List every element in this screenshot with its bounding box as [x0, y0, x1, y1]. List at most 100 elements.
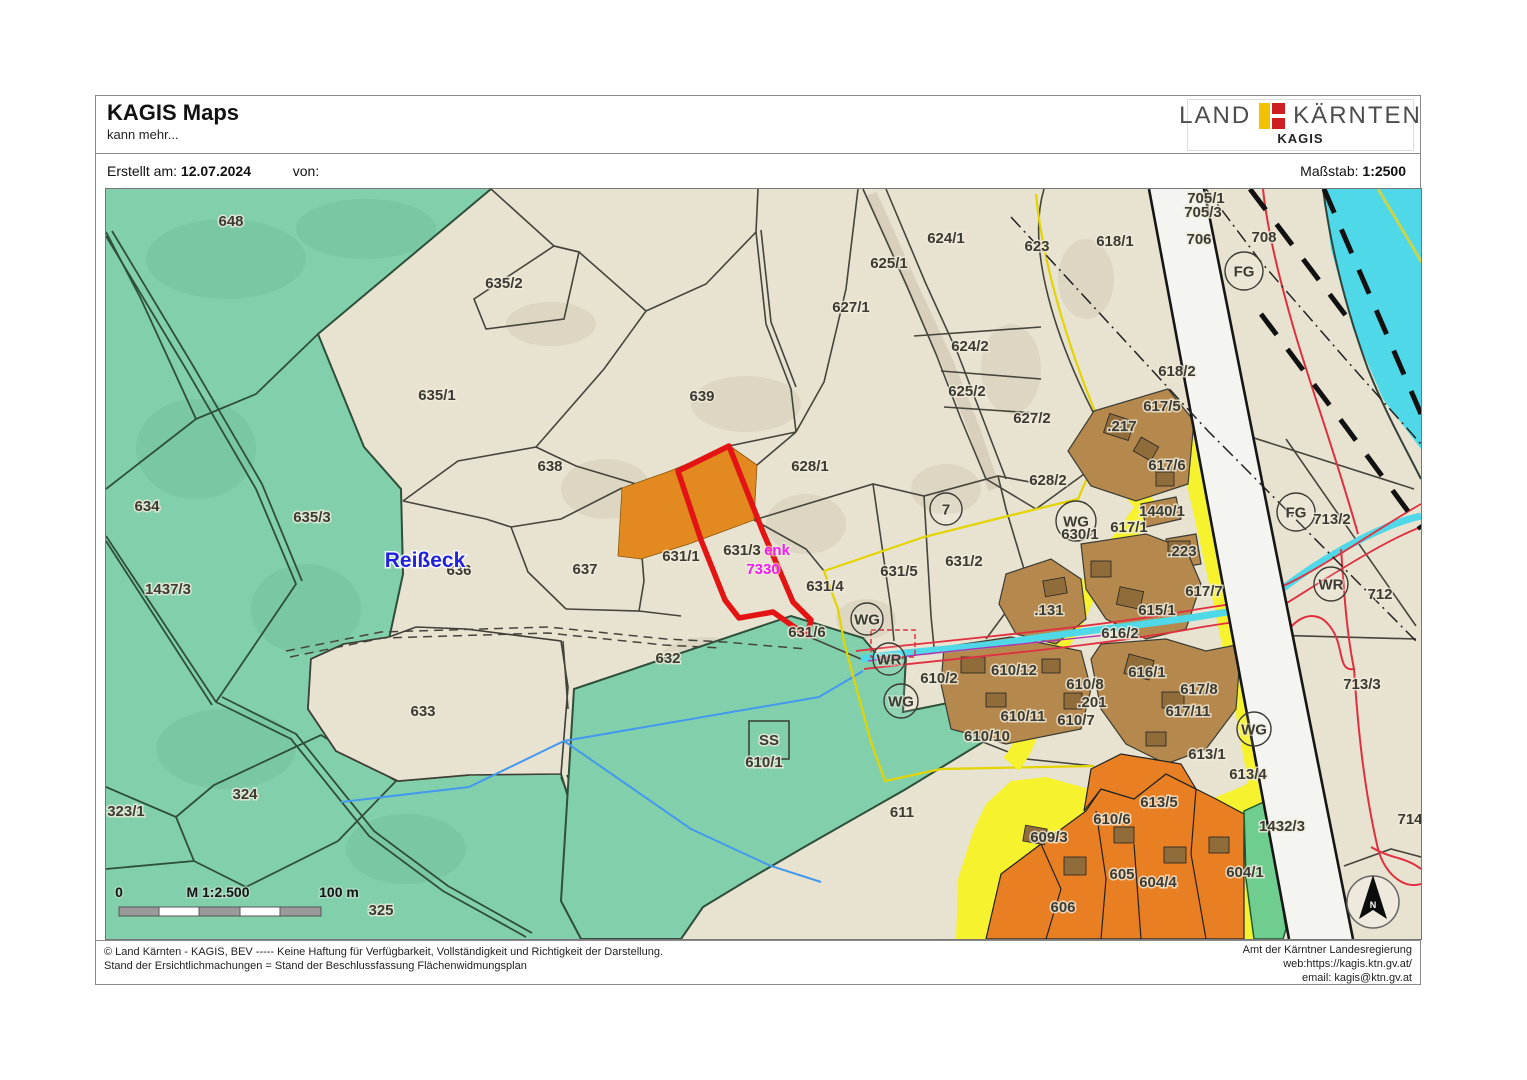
map-label-610-1: 610/1 [745, 754, 783, 771]
map-label-713-2: 713/2 [1313, 511, 1351, 528]
map-label-617-8: 617/8 [1180, 681, 1218, 698]
map-label-625-1: 625/1 [870, 255, 908, 272]
map-label-617-7: 617/7 [1185, 583, 1223, 600]
map-label-Rei-eck: Reißeck [385, 549, 466, 572]
map-label-714: 714 [1397, 811, 1421, 828]
map-label-708: 708 [1251, 229, 1276, 246]
map-label-627-1: 627/1 [832, 299, 870, 316]
svg-text:FG: FG [1234, 264, 1255, 281]
map-label-648: 648 [218, 213, 243, 230]
map-label-615-1: 615/1 [1138, 602, 1176, 619]
map-label-630-1: 630/1 [1061, 526, 1099, 543]
map-label-706: 706 [1186, 231, 1211, 248]
map-label-618-2: 618/2 [1158, 363, 1196, 380]
kaernten-flag-icon [1259, 103, 1285, 129]
zone-circle-WG: WG [1237, 712, 1271, 746]
map-label-635-3: 635/3 [293, 509, 331, 526]
print-document: KAGIS Maps kann mehr... LAND KÄRNTEN KAG… [95, 95, 1421, 985]
header: KAGIS Maps kann mehr... LAND KÄRNTEN KAG… [96, 96, 1420, 154]
map-label-610-8: 610/8 [1066, 676, 1104, 693]
map-label-606: 606 [1050, 899, 1075, 916]
app-subtitle: kann mehr... [107, 127, 179, 142]
map-label-610-12: 610/12 [991, 662, 1037, 679]
map-label--217: .217 [1107, 418, 1136, 435]
map-label-624-2: 624/2 [951, 338, 989, 355]
footer-disclaimer-line1: © Land Kärnten - KAGIS, BEV ----- Keine … [104, 945, 663, 959]
map-label--201: .201 [1077, 694, 1106, 711]
footer: © Land Kärnten - KAGIS, BEV ----- Keine … [96, 940, 1420, 985]
zoning-map[interactable]: FGFGWG7WGWRWGWRWG648635/2635/16396386346… [106, 189, 1421, 939]
svg-text:WG: WG [854, 612, 880, 629]
map-label-628-2: 628/2 [1029, 472, 1067, 489]
footer-web[interactable]: web:https://kagis.ktn.gv.at/ [1243, 958, 1412, 972]
info-bar: Erstellt am: 12.07.2024 von: Maßstab: 1:… [96, 154, 1420, 188]
map-label-617-5: 617/5 [1143, 398, 1181, 415]
footer-agency: Amt der Kärntner Landesregierung [1243, 944, 1412, 958]
map-label-631-1: 631/1 [662, 548, 700, 565]
map-label-617-1: 617/1 [1110, 519, 1148, 536]
map-label-1432-3: 1432/3 [1259, 818, 1305, 835]
map-label-712: 712 [1367, 586, 1392, 603]
von-label: von: [293, 163, 319, 179]
map-label-610-10: 610/10 [964, 728, 1010, 745]
map-label-639: 639 [689, 388, 714, 405]
svg-text:WG: WG [1241, 722, 1267, 739]
created-label: Erstellt am: [107, 163, 177, 179]
map-label-610-6: 610/6 [1093, 811, 1131, 828]
map-label-SS: SS [759, 732, 779, 749]
map-label-631-5: 631/5 [880, 563, 918, 580]
map-label-613-4: 613/4 [1229, 766, 1267, 783]
map-label-616-1: 616/1 [1128, 664, 1166, 681]
svg-text:7: 7 [942, 502, 950, 519]
scale-label: Maßstab: [1300, 163, 1358, 179]
svg-text:WR: WR [877, 652, 902, 669]
map-label-611: 611 [890, 804, 914, 821]
map-label-617-11: 617/11 [1165, 703, 1210, 720]
map-viewport[interactable]: FGFGWG7WGWRWGWRWG648635/2635/16396386346… [105, 188, 1422, 940]
map-label-628-1: 628/1 [791, 458, 829, 475]
svg-text:WG: WG [888, 694, 914, 711]
scale-value: 1:2500 [1362, 163, 1406, 179]
map-label-631-6: 631/6 [788, 624, 826, 641]
zone-circle-WR: WR [1314, 567, 1348, 601]
map-label--131: .131 [1034, 602, 1063, 619]
map-label-613-5: 613/5 [1140, 794, 1178, 811]
map-label-618-1: 618/1 [1096, 233, 1134, 250]
map-label-635-1: 635/1 [418, 387, 456, 404]
page: KAGIS Maps kann mehr... LAND KÄRNTEN KAG… [0, 0, 1527, 1080]
svg-text:WR: WR [1319, 577, 1344, 594]
zone-circle-WG: WG [884, 684, 918, 718]
logo-region-text: KÄRNTEN [1293, 102, 1422, 130]
map-label-623: 623 [1024, 238, 1049, 255]
map-label-617-6: 617/6 [1148, 457, 1186, 474]
footer-email[interactable]: email: kagis@ktn.gv.at [1243, 972, 1412, 986]
map-label-605: 605 [1109, 866, 1134, 883]
map-label-7330: 7330 [746, 561, 779, 578]
map-label-613-1: 613/1 [1188, 746, 1226, 763]
map-label-637: 637 [572, 561, 597, 578]
map-label-N: N [1370, 900, 1377, 910]
app-title: KAGIS Maps [107, 100, 239, 126]
map-label-610-7: 610/7 [1057, 712, 1095, 729]
map-label-1440-1: 1440/1 [1139, 503, 1185, 520]
map-label-634: 634 [134, 498, 160, 515]
map-label-100-m: 100 m [319, 884, 359, 900]
zone-circle-WG: WG [851, 603, 883, 635]
scale-bar [119, 907, 321, 916]
land-kaernten-logo: LAND KÄRNTEN KAGIS [1187, 99, 1414, 151]
map-label-627-2: 627/2 [1013, 410, 1051, 427]
footer-disclaimer-line2: Stand der Ersichtlichmachungen = Stand d… [104, 959, 663, 973]
map-label-0: 0 [115, 884, 123, 900]
map-label-705-3: 705/3 [1184, 204, 1222, 221]
map-label-325: 325 [368, 902, 393, 919]
zone-circle-FG: FG [1225, 252, 1263, 290]
created-date: 12.07.2024 [181, 163, 251, 179]
svg-text:FG: FG [1286, 505, 1307, 522]
map-label-610-11: 610/11 [1000, 708, 1045, 725]
zone-circle-FG: FG [1277, 493, 1315, 531]
map-label-enk: enk [764, 542, 791, 559]
map-label-638: 638 [537, 458, 562, 475]
zone-circle-WR: WR [873, 643, 905, 675]
map-label-1437-3: 1437/3 [145, 581, 191, 598]
map-label-633: 633 [410, 703, 435, 720]
